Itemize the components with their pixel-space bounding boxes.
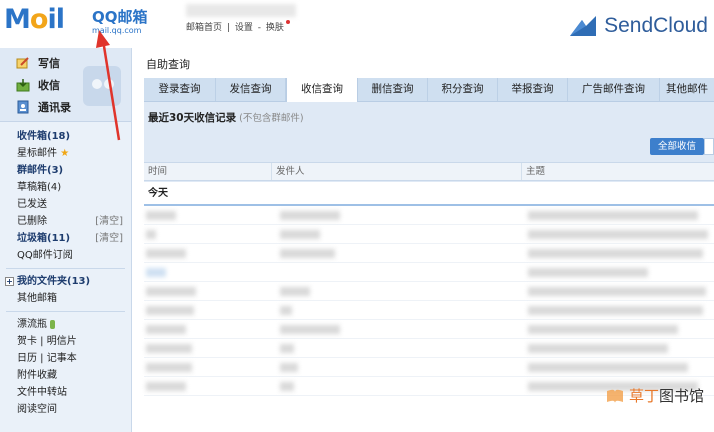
logo-mail-text: Moil: [4, 4, 65, 35]
folder-inbox[interactable]: 收件箱(18): [17, 128, 131, 145]
group-today: 今天: [144, 182, 714, 206]
star-icon: ★: [60, 148, 70, 159]
folder-drafts[interactable]: 草稿箱(4): [17, 179, 131, 196]
table-row[interactable]: [144, 301, 714, 320]
clear-deleted-link[interactable]: [清空]: [95, 213, 123, 230]
query-tabs: 登录查询 发信查询 收信查询 删信查询 积分查询 举报查询 广告邮件查询 其他邮…: [144, 78, 714, 103]
tab-delete-query[interactable]: 删信查询: [358, 78, 428, 101]
sidebar: 写信 收信 通讯录 收件箱(18) 星标邮件 ★ 群邮件(3) 草稿箱(4) 已…: [0, 48, 132, 432]
compose-label: 写信: [38, 57, 60, 70]
tab-send-query[interactable]: 发信查询: [216, 78, 286, 101]
logo-brand: QQ邮箱: [92, 8, 148, 26]
column-time[interactable]: 时间: [144, 163, 272, 180]
watermark-text-a: 草丁: [628, 387, 659, 405]
sendcloud-logo: SendCloud: [568, 14, 708, 38]
watermark: 草丁 图书馆: [605, 385, 704, 406]
table-header: 时间 发件人 主题: [144, 162, 714, 181]
link-settings[interactable]: 设置: [235, 23, 253, 33]
other-mailbox[interactable]: 其他邮箱: [17, 290, 131, 307]
table-row[interactable]: [144, 320, 714, 339]
decorative-art-icon: [83, 66, 121, 106]
folder-subscriptions[interactable]: QQ邮件订阅: [17, 247, 131, 264]
tab-report-query[interactable]: 举报查询: [498, 78, 568, 101]
table-row[interactable]: [144, 225, 714, 244]
main-content: 自助查询 登录查询 发信查询 收信查询 删信查询 积分查询 举报查询 广告邮件查…: [134, 48, 714, 432]
table-row[interactable]: [144, 263, 714, 282]
link-home[interactable]: 邮箱首页: [186, 23, 222, 33]
folder-group-mail[interactable]: 群邮件(3): [17, 162, 131, 179]
folder-sent[interactable]: 已发送: [17, 196, 131, 213]
app-calendar[interactable]: 日历 | 记事本: [17, 350, 131, 367]
receive-records-panel: 最近30天收信记录 (不包含群邮件) 全部收信 时间 发件人 主题 今天: [144, 102, 714, 432]
clear-spam-link[interactable]: [清空]: [95, 230, 123, 247]
contacts-icon: [17, 100, 29, 114]
folder-spam[interactable]: 垃圾箱(11) [清空]: [17, 230, 131, 247]
tab-login-query[interactable]: 登录查询: [144, 78, 216, 101]
receive-icon: [16, 79, 30, 92]
link-skin[interactable]: 换肤: [266, 23, 284, 33]
compose-icon: [16, 57, 29, 69]
app-file-transfer[interactable]: 文件中转站: [17, 384, 131, 401]
all-received-button[interactable]: 全部收信: [650, 138, 704, 155]
book-watermark-icon: [606, 389, 623, 403]
table-row[interactable]: [144, 282, 714, 301]
folder-deleted[interactable]: 已删除 [清空]: [17, 213, 131, 230]
notification-dot-icon: [285, 20, 290, 24]
folder-starred[interactable]: 星标邮件 ★: [17, 145, 131, 162]
table-row[interactable]: [144, 206, 714, 225]
tab-other-mail[interactable]: 其他邮件: [660, 78, 714, 101]
tab-ad-mail-query[interactable]: 广告邮件查询: [568, 78, 660, 101]
contacts-label: 通讯录: [38, 101, 71, 114]
tab-receive-query[interactable]: 收信查询: [286, 78, 358, 103]
logo-domain: mail.qq.com: [92, 26, 142, 35]
expand-icon[interactable]: +: [5, 277, 14, 286]
sendcloud-mark-icon: [570, 16, 597, 36]
receive-label: 收信: [38, 79, 60, 92]
filter-dropdown-button[interactable]: [704, 138, 714, 155]
quick-actions: 写信 收信 通讯录: [0, 48, 131, 122]
table-row[interactable]: [144, 244, 714, 263]
divider: [6, 268, 125, 269]
watermark-text-b: 图书馆: [658, 387, 704, 405]
panel-title: 最近30天收信记录 (不包含群邮件): [148, 112, 304, 124]
column-subject[interactable]: 主题: [522, 163, 714, 180]
page-title: 自助查询: [146, 58, 190, 71]
table-row[interactable]: [144, 358, 714, 377]
top-bar: Moil QQ邮箱 mail.qq.com 邮箱首页 | 设置 - 换肤 Sen…: [0, 0, 714, 46]
panel-header: 最近30天收信记录 (不包含群邮件) 全部收信: [144, 102, 714, 158]
table-row[interactable]: [144, 339, 714, 358]
tab-points-query[interactable]: 积分查询: [428, 78, 498, 101]
app-attachments[interactable]: 附件收藏: [17, 367, 131, 384]
column-sender[interactable]: 发件人: [272, 163, 522, 180]
folder-list: 收件箱(18) 星标邮件 ★ 群邮件(3) 草稿箱(4) 已发送 已删除 [清空]…: [0, 122, 131, 418]
app-cards[interactable]: 贺卡 | 明信片: [17, 333, 131, 350]
divider: [6, 311, 125, 312]
app-drift-bottle[interactable]: 漂流瓶: [17, 316, 131, 333]
panel-subtitle: (不包含群邮件): [239, 113, 304, 124]
sendcloud-text: SendCloud: [604, 14, 708, 37]
account-name-blurred: [186, 4, 296, 17]
app-reading-space[interactable]: 阅读空间: [17, 401, 131, 418]
top-links: 邮箱首页 | 设置 - 换肤: [186, 20, 292, 33]
bottle-icon: [50, 319, 55, 329]
my-folders[interactable]: + 我的文件夹(13): [5, 273, 131, 290]
